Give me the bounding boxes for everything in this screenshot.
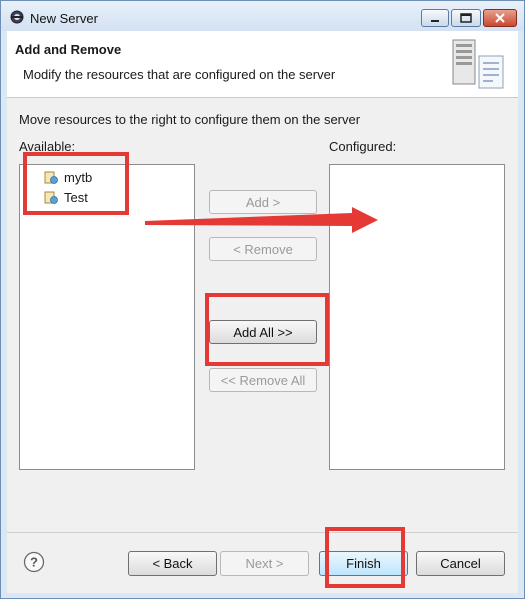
- web-module-icon: [44, 171, 58, 184]
- maximize-button[interactable]: [451, 9, 481, 27]
- svg-text:?: ?: [30, 555, 38, 570]
- available-list[interactable]: mytb Test: [19, 164, 195, 470]
- cancel-button[interactable]: Cancel: [416, 551, 505, 576]
- window-title: New Server: [30, 11, 98, 26]
- list-item-label: Test: [64, 189, 88, 205]
- minimize-icon: [431, 20, 439, 22]
- add-button[interactable]: Add >: [209, 190, 317, 214]
- page-title: Add and Remove: [15, 42, 122, 57]
- help-icon[interactable]: ?: [23, 551, 45, 573]
- close-button[interactable]: [483, 9, 517, 27]
- add-all-button[interactable]: Add All >>: [209, 320, 317, 344]
- instruction-text: Move resources to the right to configure…: [19, 112, 361, 127]
- finish-button[interactable]: Finish: [319, 551, 408, 576]
- back-button[interactable]: < Back: [128, 551, 217, 576]
- page-description: Modify the resources that are configured…: [23, 67, 336, 82]
- web-module-icon: [44, 191, 58, 204]
- minimize-button[interactable]: [421, 9, 449, 27]
- dialog-client: Add and Remove Modify the resources that…: [7, 31, 518, 593]
- remove-button[interactable]: < Remove: [209, 237, 317, 261]
- eclipse-app-icon: [10, 10, 24, 24]
- available-label: Available:: [19, 139, 76, 154]
- wizard-body: Move resources to the right to configure…: [7, 98, 518, 532]
- close-icon: [495, 13, 505, 23]
- wizard-header: Add and Remove Modify the resources that…: [7, 31, 518, 97]
- list-item-mytb[interactable]: mytb: [44, 168, 92, 186]
- configured-list[interactable]: [329, 164, 505, 470]
- list-item-label: mytb: [64, 169, 93, 185]
- next-button[interactable]: Next >: [220, 551, 309, 576]
- remove-all-button[interactable]: << Remove All: [209, 368, 317, 392]
- configured-label: Configured:: [329, 139, 397, 154]
- new-server-dialog: New Server Add and Remove Modify the res…: [0, 0, 525, 599]
- title-bar[interactable]: New Server: [1, 1, 524, 31]
- server-graphic-icon: [452, 39, 504, 89]
- wizard-footer: ? < Back Next > Finish Cancel: [7, 533, 518, 593]
- list-item-test[interactable]: Test: [44, 188, 88, 206]
- maximize-icon: [460, 13, 472, 23]
